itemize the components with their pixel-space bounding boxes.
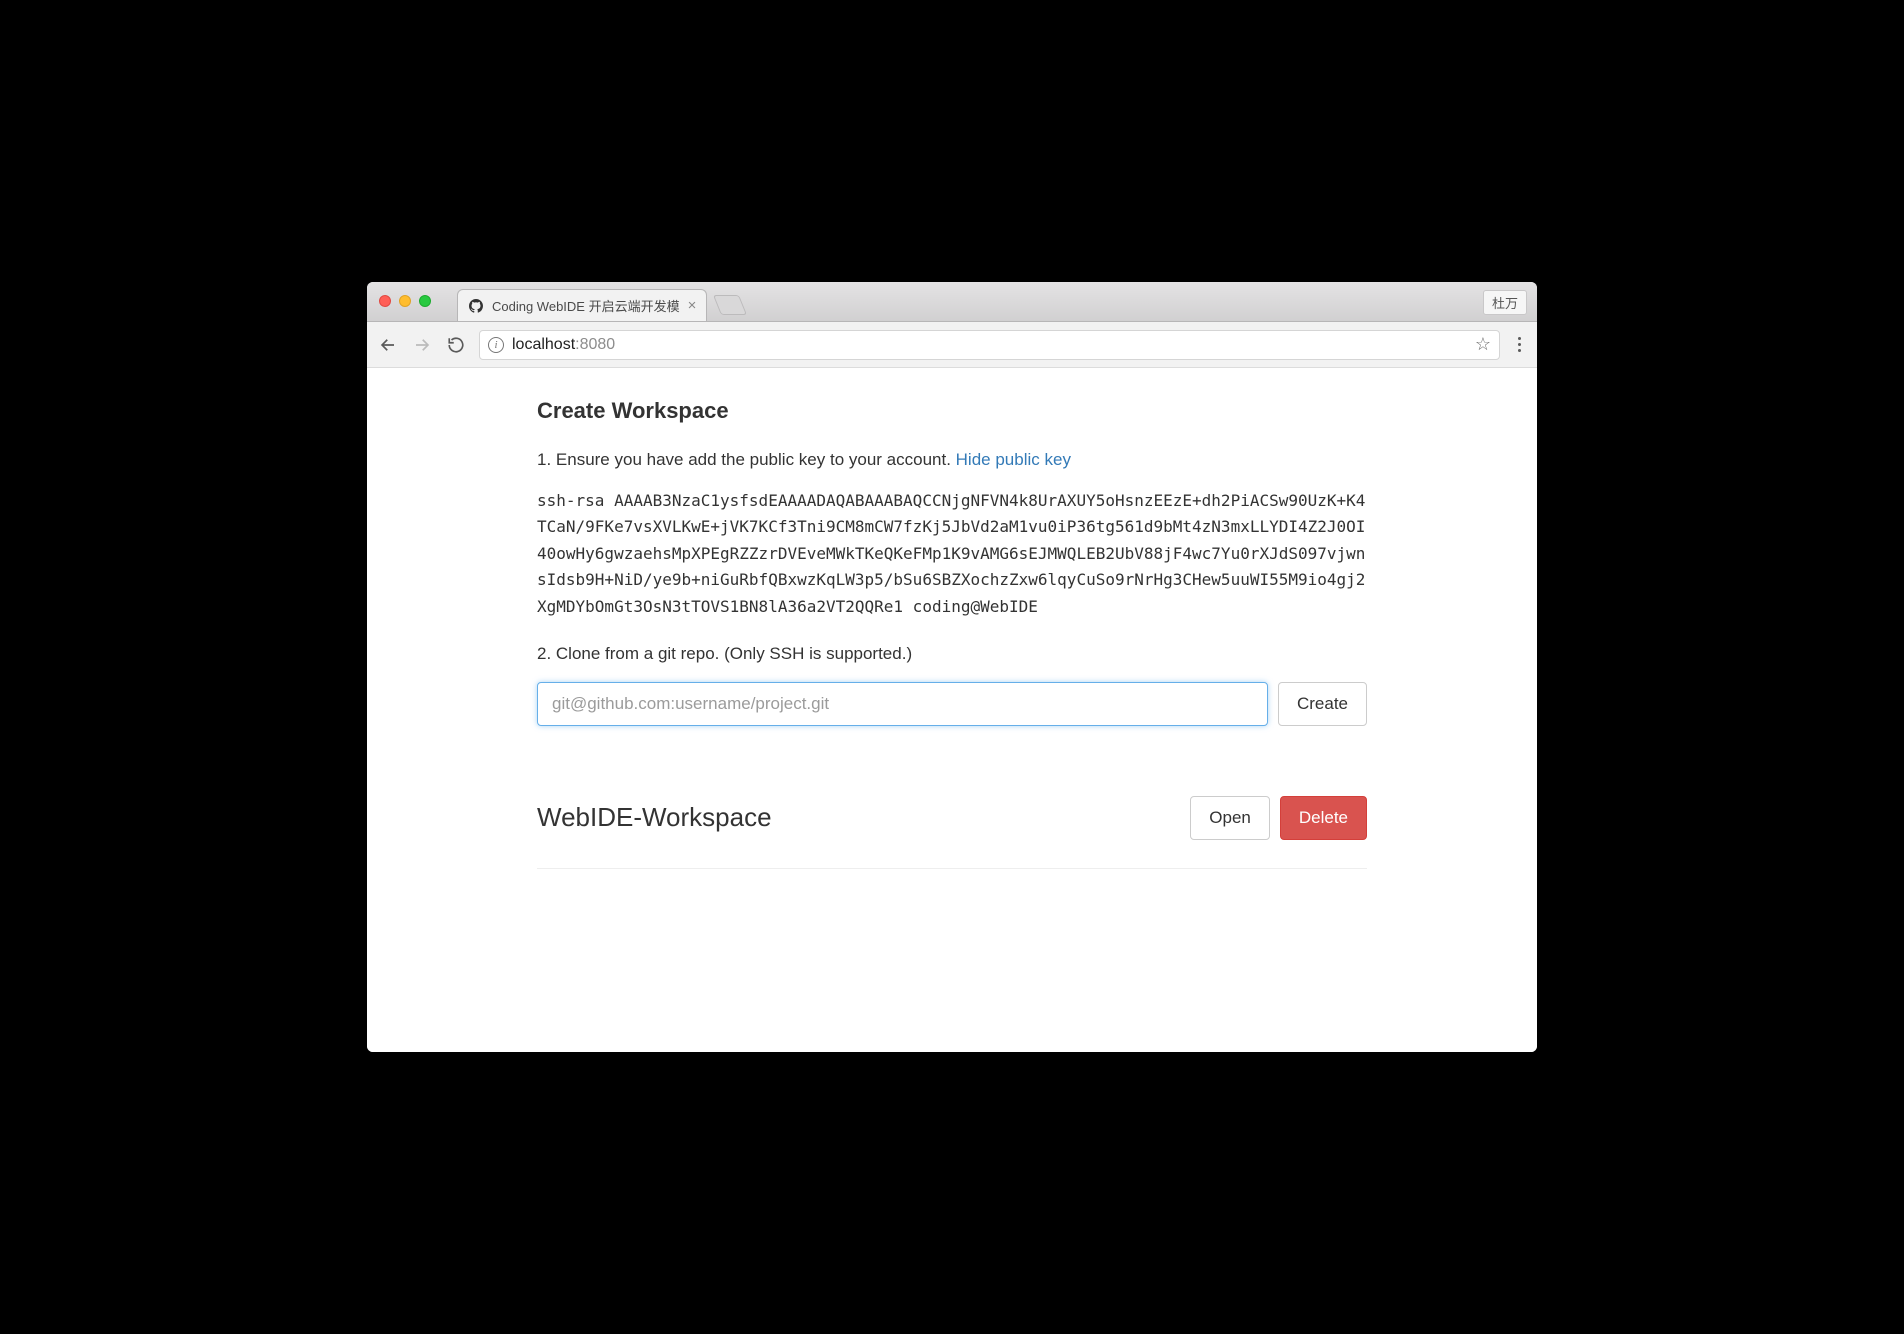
create-button[interactable]: Create (1278, 682, 1367, 726)
git-url-input[interactable] (537, 682, 1268, 726)
clone-row: Create (537, 682, 1367, 726)
bookmark-star-icon[interactable]: ☆ (1475, 334, 1491, 355)
ssh-public-key: ssh-rsa AAAAB3NzaC1ysfsdEAAAADAQABAAABAQ… (537, 488, 1367, 620)
step-1-prefix: 1. Ensure you have add the public key to… (537, 450, 956, 469)
step-1-text: 1. Ensure you have add the public key to… (537, 450, 1367, 470)
open-button[interactable]: Open (1190, 796, 1270, 840)
address-bar[interactable]: i localhost:8080 ☆ (479, 330, 1500, 360)
reload-icon[interactable] (445, 334, 467, 356)
tab-favicon-icon (468, 298, 484, 314)
page-viewport: Create Workspace 1. Ensure you have add … (367, 368, 1537, 1052)
url-port: :8080 (575, 336, 615, 353)
forward-icon (411, 334, 433, 356)
window-close-icon[interactable] (379, 295, 391, 307)
tab-close-icon[interactable]: × (688, 298, 697, 313)
tab-title: Coding WebIDE 开启云端开发模 (492, 296, 680, 315)
workspace-row: WebIDE-Workspace Open Delete (537, 796, 1367, 869)
browser-window: Coding WebIDE 开启云端开发模 × 杜万 i localhost:8… (367, 282, 1537, 1052)
workspace-actions: Open Delete (1190, 796, 1367, 840)
url-host: localhost (512, 336, 575, 353)
toolbar: i localhost:8080 ☆ (367, 322, 1537, 368)
browser-tab[interactable]: Coding WebIDE 开启云端开发模 × (457, 289, 707, 321)
window-minimize-icon[interactable] (399, 295, 411, 307)
browser-menu-icon[interactable] (1512, 337, 1527, 352)
new-tab-button[interactable] (713, 295, 747, 315)
delete-button[interactable]: Delete (1280, 796, 1367, 840)
back-icon[interactable] (377, 334, 399, 356)
hide-public-key-link[interactable]: Hide public key (956, 450, 1071, 469)
step-2-text: 2. Clone from a git repo. (Only SSH is s… (537, 644, 1367, 664)
page-container: Create Workspace 1. Ensure you have add … (537, 398, 1367, 869)
titlebar: Coding WebIDE 开启云端开发模 × 杜万 (367, 282, 1537, 322)
profile-badge[interactable]: 杜万 (1483, 290, 1527, 315)
traffic-lights (379, 295, 431, 307)
window-maximize-icon[interactable] (419, 295, 431, 307)
page-title: Create Workspace (537, 398, 1367, 424)
site-info-icon[interactable]: i (488, 337, 504, 353)
url-text: localhost:8080 (512, 336, 615, 354)
workspace-name: WebIDE-Workspace (537, 802, 772, 833)
